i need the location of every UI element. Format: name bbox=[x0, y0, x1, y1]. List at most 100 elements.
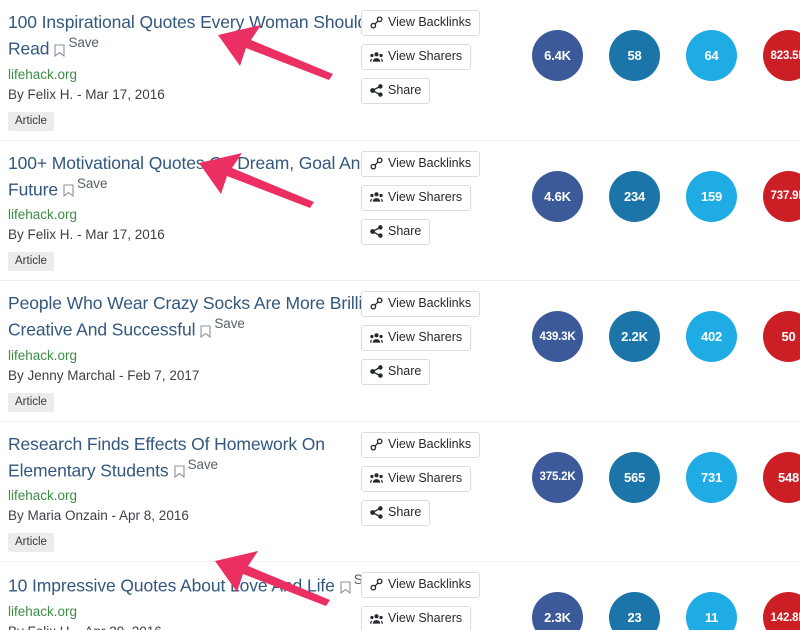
result-info: 100+ Motivational Quotes On Dream, Goal … bbox=[0, 149, 400, 272]
metric-value: 58 bbox=[627, 48, 641, 63]
share-alt-icon bbox=[370, 365, 383, 378]
share-button[interactable]: Share bbox=[361, 78, 430, 104]
result-row: 100+ Motivational Quotes On Dream, Goal … bbox=[0, 141, 800, 282]
result-info: People Who Wear Crazy Socks Are More Bri… bbox=[0, 289, 400, 412]
result-row-inner: 100 Inspirational Quotes Every Woman Sho… bbox=[0, 0, 800, 140]
result-info: Research Finds Effects Of Homework On El… bbox=[0, 430, 400, 553]
result-title-link[interactable]: 10 Impressive Quotes About Love And Life bbox=[8, 576, 335, 596]
save-button[interactable]: Save bbox=[54, 35, 98, 51]
result-actions: View Backlinks View Sharers Share bbox=[361, 289, 489, 385]
result-row-inner: People Who Wear Crazy Socks Are More Bri… bbox=[0, 281, 800, 421]
result-metrics: 375.2K 565 731 548 bbox=[489, 430, 800, 503]
sharers-metric: 402 bbox=[686, 311, 737, 362]
backlinks-metric: 2.2K bbox=[609, 311, 660, 362]
metric-value: 234 bbox=[624, 189, 645, 204]
result-actions: View Backlinks View Sharers Share bbox=[361, 8, 489, 104]
result-title-link[interactable]: Research Finds Effects Of Homework On El… bbox=[8, 434, 325, 481]
backlinks-metric: 23 bbox=[609, 592, 660, 630]
result-byline: By Felix H. - Apr 29, 2016 bbox=[8, 622, 400, 630]
result-row: People Who Wear Crazy Socks Are More Bri… bbox=[0, 281, 800, 422]
metric-value: 159 bbox=[701, 189, 722, 204]
users-icon bbox=[370, 331, 383, 344]
view-backlinks-button[interactable]: View Backlinks bbox=[361, 291, 480, 317]
save-label: Save bbox=[214, 316, 244, 332]
view-sharers-button[interactable]: View Sharers bbox=[361, 44, 471, 70]
shares-metric: 375.2K bbox=[532, 452, 583, 503]
save-label: Save bbox=[188, 457, 218, 473]
view-backlinks-button[interactable]: View Backlinks bbox=[361, 10, 480, 36]
metric-value: 11 bbox=[705, 610, 718, 625]
bookmark-icon bbox=[174, 460, 185, 473]
save-button[interactable]: Save bbox=[174, 457, 218, 473]
result-actions: View Backlinks View Sharers Share bbox=[361, 149, 489, 245]
view-sharers-button[interactable]: View Sharers bbox=[361, 185, 471, 211]
save-button[interactable]: Save bbox=[63, 176, 107, 192]
traffic-metric: 548 bbox=[763, 452, 800, 503]
search-results-page: 100 Inspirational Quotes Every Woman Sho… bbox=[0, 0, 800, 630]
view-sharers-label: View Sharers bbox=[388, 190, 462, 205]
result-actions: View BacklinksView SharersShare bbox=[361, 570, 489, 630]
view-backlinks-label: View Backlinks bbox=[388, 156, 471, 171]
metric-value: 375.2K bbox=[540, 471, 576, 483]
result-title: 100 Inspirational Quotes Every Woman Sho… bbox=[8, 10, 400, 62]
result-row: Research Finds Effects Of Homework On El… bbox=[0, 422, 800, 563]
result-metrics: 2.3K 23 11 142.8K bbox=[489, 570, 800, 630]
link-icon bbox=[370, 578, 383, 591]
result-row: 100 Inspirational Quotes Every Woman Sho… bbox=[0, 0, 800, 141]
share-button[interactable]: Share bbox=[361, 359, 430, 385]
result-domain[interactable]: lifehack.org bbox=[8, 205, 400, 224]
traffic-metric: 823.5K bbox=[763, 30, 800, 81]
result-domain[interactable]: lifehack.org bbox=[8, 486, 400, 505]
view-backlinks-button[interactable]: View Backlinks bbox=[361, 572, 480, 598]
result-row: 10 Impressive Quotes About Love And Life… bbox=[0, 562, 800, 630]
result-metrics: 4.6K 234 159 737.9K bbox=[489, 149, 800, 222]
metric-value: 2.3K bbox=[544, 610, 571, 625]
metric-value: 823.5K bbox=[771, 50, 800, 62]
view-backlinks-label: View Backlinks bbox=[388, 15, 471, 30]
share-button[interactable]: Share bbox=[361, 219, 430, 245]
share-label: Share bbox=[388, 505, 421, 520]
backlinks-metric: 565 bbox=[609, 452, 660, 503]
result-metrics: 439.3K2.2K40250 bbox=[489, 289, 800, 362]
shares-metric: 4.6K bbox=[532, 171, 583, 222]
share-alt-icon bbox=[370, 84, 383, 97]
metric-value: 548 bbox=[778, 470, 799, 485]
view-backlinks-label: View Backlinks bbox=[388, 437, 471, 452]
result-metrics: 6.4K5864823.5K bbox=[489, 8, 800, 81]
result-domain[interactable]: lifehack.org bbox=[8, 65, 400, 84]
result-domain[interactable]: lifehack.org bbox=[8, 602, 400, 621]
result-row-inner: 10 Impressive Quotes About Love And Life… bbox=[0, 562, 800, 630]
shares-metric: 2.3K bbox=[532, 592, 583, 630]
share-alt-icon bbox=[370, 506, 383, 519]
result-byline: By Felix H. - Mar 17, 2016 bbox=[8, 85, 400, 104]
save-button[interactable]: Save bbox=[200, 316, 244, 332]
link-icon bbox=[370, 157, 383, 170]
result-title: 10 Impressive Quotes About Love And Life… bbox=[8, 572, 400, 599]
metric-value: 50 bbox=[781, 329, 795, 344]
share-label: Share bbox=[388, 83, 421, 98]
traffic-metric: 737.9K bbox=[763, 171, 800, 222]
view-sharers-label: View Sharers bbox=[388, 49, 462, 64]
view-backlinks-button[interactable]: View Backlinks bbox=[361, 432, 480, 458]
view-sharers-button[interactable]: View Sharers bbox=[361, 466, 471, 492]
metric-value: 402 bbox=[701, 329, 722, 344]
view-sharers-button[interactable]: View Sharers bbox=[361, 325, 471, 351]
result-byline: By Felix H. - Mar 17, 2016 bbox=[8, 225, 400, 244]
traffic-metric: 142.8K bbox=[763, 592, 800, 630]
view-backlinks-button[interactable]: View Backlinks bbox=[361, 151, 480, 177]
view-backlinks-label: View Backlinks bbox=[388, 296, 471, 311]
users-icon bbox=[370, 472, 383, 485]
users-icon bbox=[370, 50, 383, 63]
backlinks-metric: 234 bbox=[609, 171, 660, 222]
metric-value: 64 bbox=[704, 48, 718, 63]
result-row-inner: Research Finds Effects Of Homework On El… bbox=[0, 422, 800, 562]
link-icon bbox=[370, 16, 383, 29]
view-sharers-label: View Sharers bbox=[388, 471, 462, 486]
bookmark-icon bbox=[54, 39, 65, 52]
view-sharers-button[interactable]: View Sharers bbox=[361, 606, 471, 630]
metric-value: 565 bbox=[624, 470, 645, 485]
metric-value: 731 bbox=[701, 470, 722, 485]
result-domain[interactable]: lifehack.org bbox=[8, 346, 400, 365]
share-button[interactable]: Share bbox=[361, 500, 430, 526]
link-icon bbox=[370, 438, 383, 451]
